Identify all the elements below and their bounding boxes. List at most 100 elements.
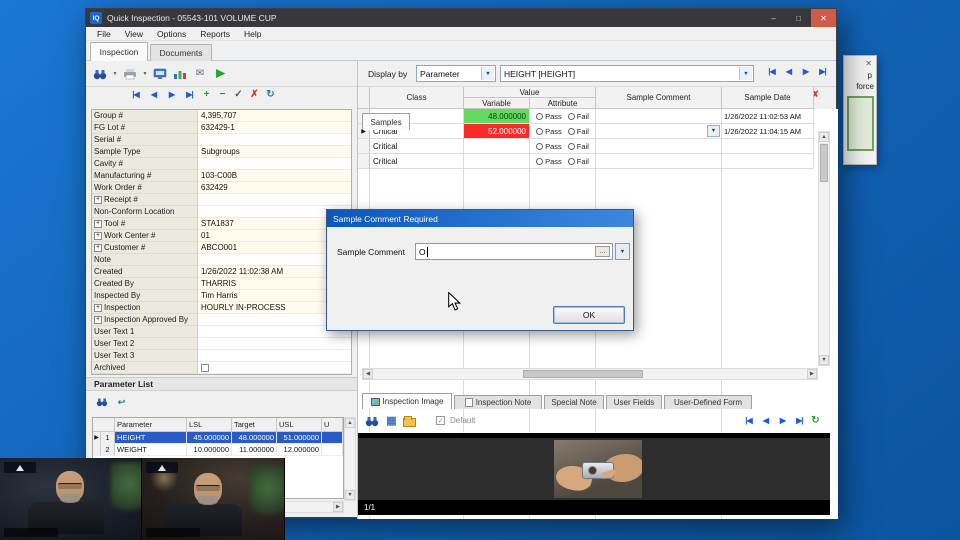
property-value[interactable]: 103-C00B <box>198 170 351 182</box>
nav-last-button[interactable]: ▶| <box>815 67 830 76</box>
comment-dropdown-button[interactable]: ▼ <box>615 243 630 260</box>
menu-reports[interactable]: Reports <box>193 29 237 39</box>
sample-comment-input[interactable]: O … <box>415 243 613 260</box>
expand-icon[interactable]: + <box>94 231 102 240</box>
scroll-down-icon[interactable]: ▼ <box>345 490 355 500</box>
menu-file[interactable]: File <box>90 29 118 39</box>
chevron-down-icon[interactable]: ▼ <box>739 67 752 80</box>
scroll-thumb[interactable] <box>820 144 828 182</box>
folder-icon[interactable] <box>403 415 416 427</box>
fail-radio[interactable]: Fail <box>567 142 589 151</box>
close-icon[interactable]: ✕ <box>865 59 872 68</box>
video-feed-2[interactable] <box>142 458 285 540</box>
sample-comment[interactable] <box>596 109 722 124</box>
sample-date[interactable]: 1/26/2022 11:02:53 AM <box>722 109 814 124</box>
property-value[interactable]: Subgroups <box>198 146 351 158</box>
add-record-button[interactable]: + <box>200 89 213 100</box>
samples-vscrollbar[interactable]: ▲ ▼ <box>818 131 830 366</box>
delete-record-button[interactable]: − <box>216 89 229 100</box>
tab-inspection-image[interactable]: Inspection Image <box>362 393 452 409</box>
pass-radio[interactable]: Pass <box>536 127 562 136</box>
property-value[interactable]: 632429 <box>198 182 351 194</box>
mail-icon[interactable]: ✉ <box>192 66 208 81</box>
expand-icon[interactable]: + <box>94 243 102 252</box>
cancel-record-button[interactable]: ✗ <box>248 89 261 100</box>
search-icon[interactable] <box>94 395 110 410</box>
expand-icon[interactable]: + <box>94 303 102 312</box>
sample-comment[interactable] <box>596 139 722 154</box>
tab-special-note[interactable]: Special Note <box>544 395 604 409</box>
sample-row[interactable]: ▶ Critical Pass Fail <box>358 154 814 169</box>
parameter-name[interactable]: HEIGHT <box>115 432 187 444</box>
print-dropdown-icon[interactable]: ▼ <box>142 71 148 77</box>
nav-last-button[interactable]: ▶| <box>182 90 197 99</box>
tab-inspection-note[interactable]: Inspection Note <box>454 395 542 409</box>
inspection-photo[interactable] <box>554 440 642 498</box>
fail-radio[interactable]: Fail <box>567 127 589 136</box>
background-window[interactable]: ✕ p force <box>843 55 877 165</box>
scroll-right-icon[interactable]: ▶ <box>333 502 343 512</box>
parameter-target[interactable]: 11.000000 <box>232 444 277 456</box>
expand-icon[interactable]: + <box>94 195 102 204</box>
expand-icon[interactable]: + <box>94 315 102 324</box>
scroll-up-icon[interactable]: ▲ <box>345 418 355 428</box>
sample-variable[interactable] <box>464 139 530 154</box>
menu-view[interactable]: View <box>118 29 150 39</box>
scroll-left-icon[interactable]: ◀ <box>363 369 373 379</box>
expand-icon[interactable]: + <box>94 219 102 228</box>
sample-comment[interactable]: ▼ <box>596 124 722 139</box>
chart-icon[interactable] <box>172 66 188 81</box>
browse-button[interactable]: … <box>595 246 610 257</box>
sample-row[interactable]: ▶ Critical 48.000000 Pass Fail 1/26/2022… <box>358 109 814 124</box>
pass-radio[interactable]: Pass <box>536 142 562 151</box>
sample-comment[interactable] <box>596 154 722 169</box>
sample-class[interactable]: Critical <box>370 139 464 154</box>
nav-prev-button[interactable]: ◀ <box>146 90 161 99</box>
chevron-down-icon[interactable]: ▼ <box>481 67 494 80</box>
display-by-select[interactable]: Parameter ▼ <box>416 65 496 82</box>
parameter-row[interactable]: ▶ 2 WEIGHT 10.000000 11.000000 12.000000 <box>93 444 343 456</box>
scroll-right-icon[interactable]: ▶ <box>807 369 817 379</box>
scroll-thumb[interactable] <box>523 370 643 378</box>
scroll-down-icon[interactable]: ▼ <box>819 355 829 365</box>
inspection-image-viewer[interactable]: 1/1 <box>358 433 830 515</box>
sample-class[interactable]: Critical <box>370 154 464 169</box>
nav-prev-button[interactable]: ◀ <box>758 416 773 425</box>
nav-first-button[interactable]: |◀ <box>764 67 779 76</box>
maximize-button[interactable]: □ <box>786 9 811 27</box>
run-icon[interactable] <box>212 66 228 81</box>
property-value[interactable] <box>198 338 351 350</box>
nav-first-button[interactable]: |◀ <box>128 90 143 99</box>
tab-user-fields[interactable]: User Fields <box>606 395 662 409</box>
refresh-button[interactable]: ↻ <box>264 89 277 100</box>
tab-user-defined-form[interactable]: User-Defined Form <box>664 395 752 409</box>
parameter-usl[interactable]: 51.000000 <box>277 432 322 444</box>
sample-variable[interactable]: 48.000000 <box>464 109 530 124</box>
property-value[interactable] <box>198 362 351 374</box>
parameter-lsl[interactable]: 45.000000 <box>187 432 232 444</box>
tab-samples[interactable]: Samples <box>362 113 410 130</box>
title-bar[interactable]: IQ Quick Inspection - 05543-101 VOLUME C… <box>86 9 836 27</box>
nav-prev-button[interactable]: ◀ <box>781 67 796 76</box>
nav-next-button[interactable]: ▶ <box>798 67 813 76</box>
parameter-name[interactable]: WEIGHT <box>115 444 187 456</box>
pass-radio[interactable]: Pass <box>536 112 562 121</box>
print-icon[interactable] <box>122 66 138 81</box>
video-feed-1[interactable] <box>0 458 142 540</box>
fail-radio[interactable]: Fail <box>567 112 589 121</box>
archived-checkbox[interactable] <box>201 363 209 372</box>
preview-icon[interactable] <box>152 66 168 81</box>
property-value[interactable]: 4,395,707 <box>198 110 351 122</box>
sample-row[interactable]: ▶ Critical Pass Fail <box>358 139 814 154</box>
sample-date[interactable] <box>722 154 814 169</box>
comment-dropdown[interactable]: ▼ <box>707 125 720 137</box>
sample-date[interactable] <box>722 139 814 154</box>
nav-next-button[interactable]: ▶ <box>164 90 179 99</box>
minimize-button[interactable]: – <box>761 9 786 27</box>
parameter-row[interactable]: ▶ 1 HEIGHT 45.000000 48.000000 51.000000 <box>93 432 343 444</box>
parameter-lsl[interactable]: 10.000000 <box>187 444 232 456</box>
scroll-up-icon[interactable]: ▲ <box>819 132 829 142</box>
grid-view-icon[interactable]: ▦ <box>385 414 398 427</box>
property-value[interactable] <box>198 194 351 206</box>
parameter-select[interactable]: HEIGHT [HEIGHT] ▼ <box>500 65 754 82</box>
